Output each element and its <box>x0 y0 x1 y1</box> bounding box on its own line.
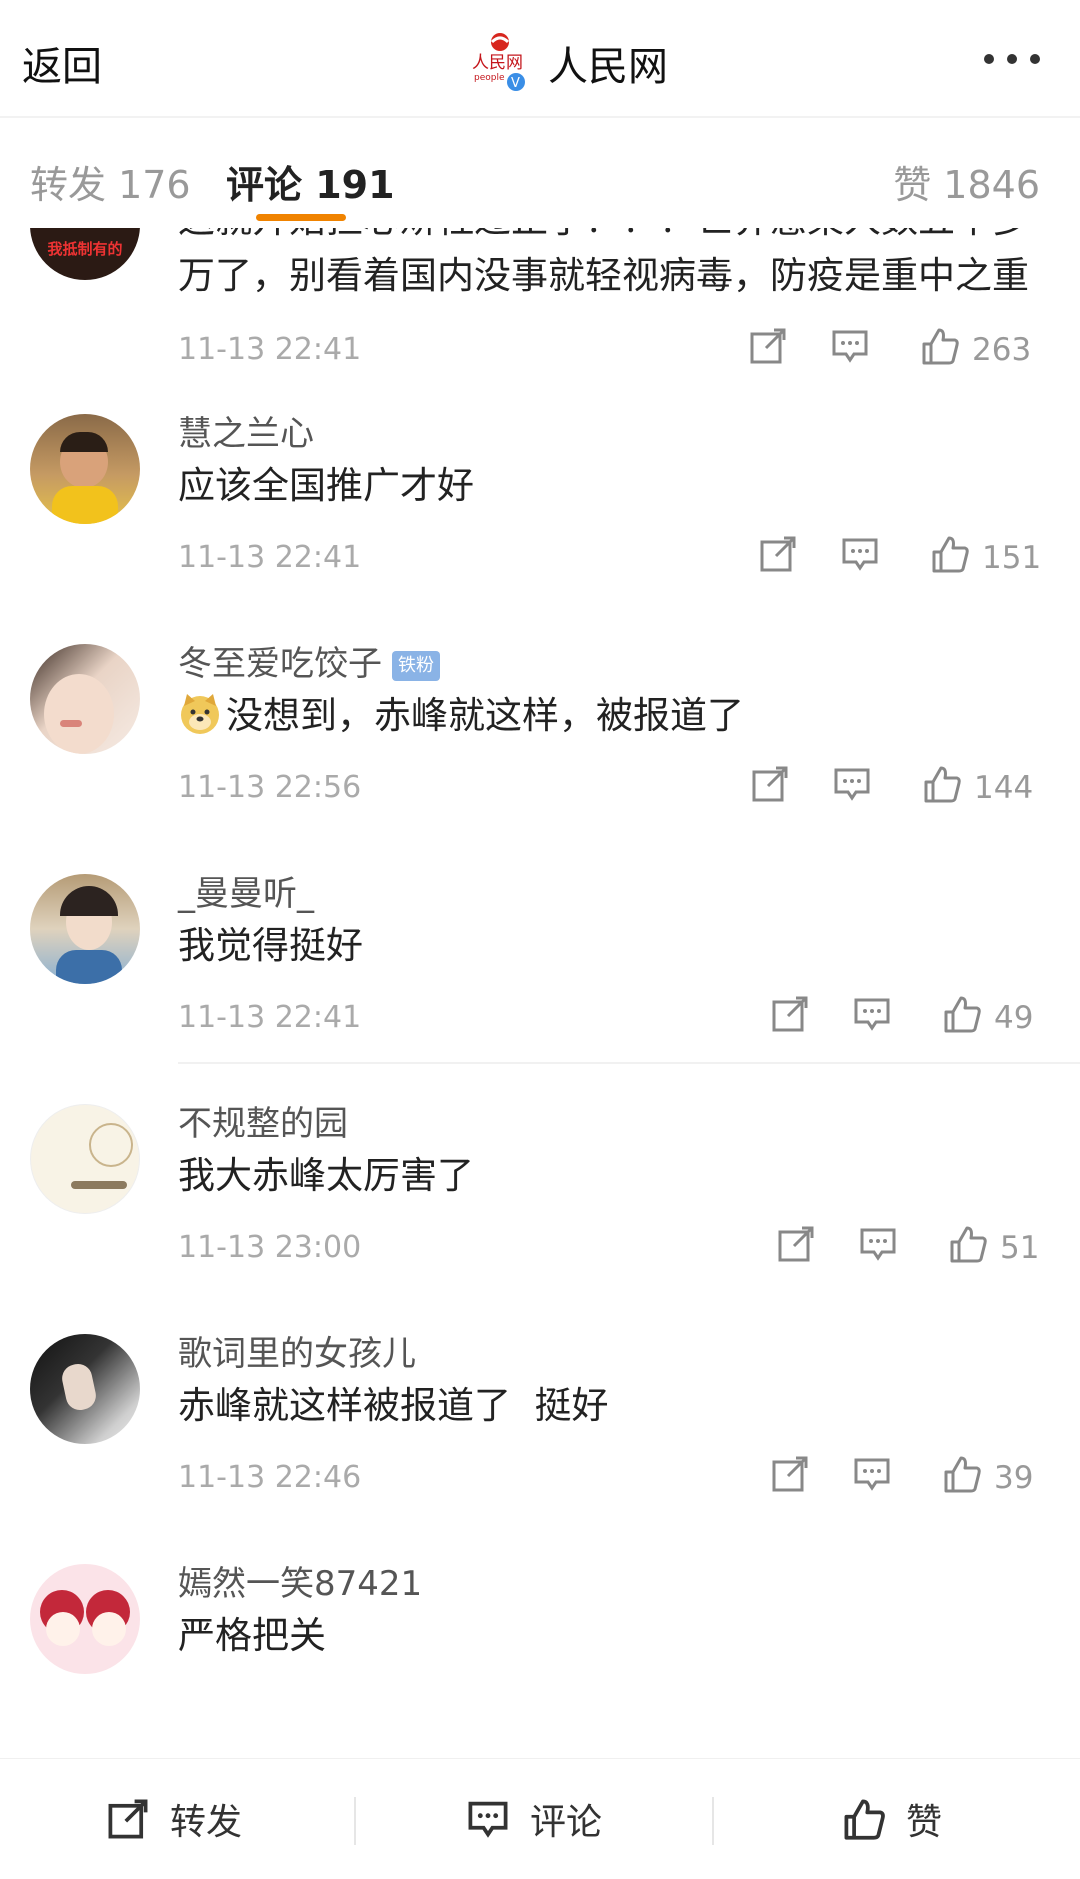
divider <box>178 1062 1080 1064</box>
like-icon[interactable] <box>922 764 962 804</box>
repost-button[interactable]: 转发 <box>106 1789 242 1849</box>
comment-meta: 11-13 22:46 39 <box>178 1454 1040 1504</box>
divider <box>712 1797 714 1845</box>
avatar[interactable] <box>30 1104 140 1214</box>
like-icon[interactable] <box>942 1454 982 1494</box>
comment-button[interactable]: 评论 <box>466 1789 602 1849</box>
repost-icon[interactable] <box>748 326 788 366</box>
bottom-action-bar: 转发 评论 赞 <box>0 1758 1080 1879</box>
more-options-button[interactable] <box>984 54 1040 64</box>
page-title: 人民网 <box>548 44 668 90</box>
comment-time: 11-13 22:41 <box>178 1000 362 1035</box>
comment-text: 没想到，赤峰就这样，被报道了 <box>178 688 1038 744</box>
tab-reposts[interactable]: 转发 176 <box>30 154 191 209</box>
like-icon[interactable] <box>930 534 970 574</box>
tab-comments[interactable]: 评论 191 <box>226 154 395 209</box>
like-count: 49 <box>994 1000 1034 1036</box>
comment-icon[interactable] <box>852 994 892 1034</box>
like-icon <box>844 1799 885 1840</box>
avatar[interactable] <box>30 414 140 524</box>
avatar[interactable] <box>30 1564 140 1674</box>
repost-icon[interactable] <box>750 764 790 804</box>
comment-meta: 11-13 22:41 263 <box>178 326 1040 376</box>
commenter-name[interactable]: 冬至爱吃饺子 铁粉 <box>178 636 440 685</box>
commenter-name[interactable]: 歌词里的女孩儿 <box>178 1326 416 1375</box>
fan-badge: 铁粉 <box>392 650 440 681</box>
active-tab-indicator <box>256 214 346 221</box>
avatar[interactable] <box>30 644 140 754</box>
comment-text: 赤峰就这样被报道了 挺好 <box>178 1384 609 1427</box>
commenter-name[interactable]: 不规整的园 <box>178 1096 348 1145</box>
tab-likes[interactable]: 赞 1846 <box>893 154 1040 209</box>
comment-meta: 11-13 22:41 151 <box>178 534 1042 584</box>
like-icon[interactable] <box>948 1224 988 1264</box>
comment-icon[interactable] <box>852 1454 892 1494</box>
comment-meta: 11-13 22:41 49 <box>178 994 1040 1044</box>
commenter-name[interactable]: _曼曼听_ <box>178 866 314 915</box>
comment-icon[interactable] <box>858 1224 898 1264</box>
comment-icon[interactable] <box>840 534 880 574</box>
comment-text: 应该全国推广才好 <box>178 464 474 507</box>
comment-meta: 11-13 22:56 144 <box>178 764 1040 814</box>
repost-icon[interactable] <box>776 1224 816 1264</box>
comment-text: 我大赤峰太厉害了 <box>178 1154 474 1197</box>
back-button[interactable]: 返回 <box>22 34 102 92</box>
repost-icon <box>108 1799 148 1839</box>
avatar[interactable]: 我抵制有的 <box>30 228 140 280</box>
like-count: 151 <box>982 540 1042 576</box>
people-daily-logo: 人民网 people V <box>470 32 528 94</box>
comment-text: 严格把关 <box>178 1614 326 1657</box>
like-count: 51 <box>1000 1230 1040 1266</box>
like-count: 144 <box>974 770 1034 806</box>
comment-icon <box>468 1801 508 1838</box>
like-icon[interactable] <box>920 326 960 366</box>
comment-time: 11-13 22:46 <box>178 1460 362 1495</box>
like-icon[interactable] <box>942 994 982 1034</box>
like-button[interactable]: 赞 <box>842 1789 942 1849</box>
comment-time: 11-13 23:00 <box>178 1230 362 1265</box>
commenter-name[interactable]: 嫣然一笑87421 <box>178 1556 422 1605</box>
avatar[interactable] <box>30 1334 140 1444</box>
repost-icon[interactable] <box>770 994 810 1034</box>
like-count: 39 <box>994 1460 1034 1496</box>
ellipsis-icon <box>984 54 994 64</box>
repost-icon[interactable] <box>758 534 798 574</box>
comment-time: 11-13 22:56 <box>178 770 362 805</box>
svg-text:V: V <box>511 76 520 91</box>
like-count: 263 <box>972 332 1032 368</box>
comment-time: 11-13 22:41 <box>178 332 362 367</box>
account-title[interactable]: 人民网 people V 人民网 <box>470 28 668 98</box>
divider <box>354 1797 356 1845</box>
comment-text: 我觉得挺好 <box>178 924 363 967</box>
svg-text:people: people <box>474 73 505 83</box>
top-bar: 返回 人民网 people V 人民网 <box>0 0 1080 118</box>
comment-icon[interactable] <box>832 764 872 804</box>
comment-text: 这就开始担心矫枉过正了？？？世界感染人数五千多万了，别看着国内没事就轻视病毒，防… <box>178 228 1029 297</box>
tab-bar: 转发 176 评论 191 赞 1846 <box>0 118 1080 228</box>
doge-emoji-icon <box>178 692 222 736</box>
comment-time: 11-13 22:41 <box>178 540 362 575</box>
comment-meta: 11-13 23:00 51 <box>178 1224 1040 1274</box>
comment-list[interactable]: 我抵制有的 这就开始担心矫枉过正了？？？世界感染人数五千多万了，别看着国内没事就… <box>0 228 1080 1758</box>
commenter-name[interactable]: 慧之兰心 <box>178 406 314 455</box>
avatar[interactable] <box>30 874 140 984</box>
comment-icon[interactable] <box>830 326 870 366</box>
svg-text:人民网: 人民网 <box>472 53 523 73</box>
repost-icon[interactable] <box>770 1454 810 1494</box>
